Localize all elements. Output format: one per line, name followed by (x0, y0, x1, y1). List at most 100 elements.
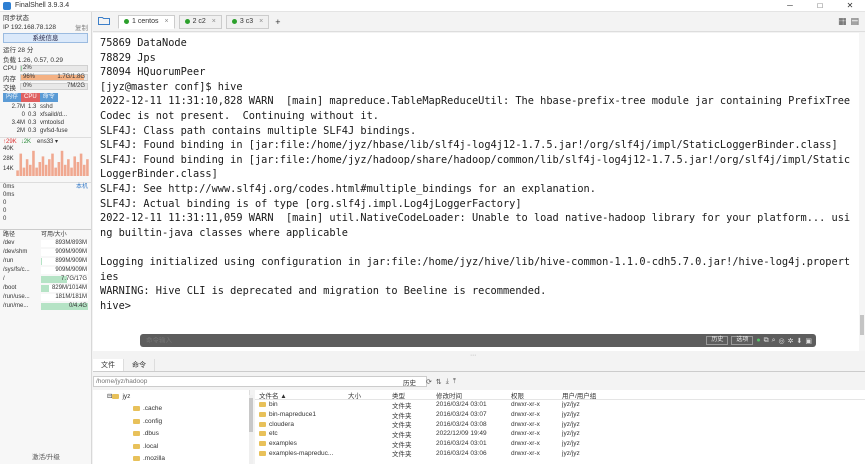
tree-item[interactable]: .config (93, 415, 249, 428)
tree-label: .local (143, 442, 159, 450)
disk-path: /dev/shm (3, 249, 28, 255)
tree-item[interactable]: .mozilla (93, 453, 249, 464)
terminal-line: SLF4J: Class path contains multiple SLF4… (100, 124, 417, 137)
options-button[interactable]: 选项 (731, 336, 754, 345)
tree-item[interactable]: .dbus (93, 428, 249, 441)
terminal-scrollbar[interactable] (859, 33, 865, 351)
disk-row[interactable]: /run 899M/909M (0, 257, 91, 266)
history-button[interactable]: 历史 (706, 336, 729, 345)
tab-cpu[interactable]: CPU (21, 93, 40, 102)
disk-path-header: 路径 (3, 232, 16, 238)
close-button[interactable]: ✕ (835, 0, 865, 12)
upload-icon[interactable]: ⤒ (453, 378, 456, 386)
tree-scrollbar[interactable] (249, 395, 253, 464)
tab-command[interactable]: 命令 (39, 93, 58, 102)
tree-item-root[interactable]: ⊟ jyz (93, 390, 249, 403)
path-history-button[interactable]: 历史 (403, 377, 416, 387)
tree-item[interactable]: .cache (93, 403, 249, 416)
process-row[interactable]: 2M 0.3 gvfsd-fuse (0, 127, 91, 135)
folder-icon (259, 441, 266, 447)
file-row[interactable]: examples 文件夹 2016/03/24 03:01 drwxr-xr-x jyz… (255, 439, 865, 449)
tree-scroll-thumb[interactable] (249, 398, 253, 432)
net-tick: 28K (3, 156, 14, 162)
grid-layout-icon[interactable]: ▦ (838, 16, 847, 27)
col-size[interactable]: 大小 (348, 390, 392, 400)
process-cpu: 0.3 (28, 112, 37, 118)
disk-row[interactable]: /sys/fs/c... 909M/909M (0, 266, 91, 275)
disk-row[interactable]: /boot 829M/1014M (0, 284, 91, 293)
terminal-line: SLF4J: Found binding in [jar:file:/home/… (100, 139, 838, 152)
tab-files[interactable]: 文件 (93, 359, 124, 371)
system-info-button[interactable]: 系统信息 (3, 33, 88, 43)
disk-usage-bar: 7.7G/17G (41, 276, 88, 283)
network-header: ↑29K ↓2K ens33 ▾ (0, 137, 91, 146)
command-input[interactable] (146, 337, 704, 344)
folder-icon (259, 421, 266, 427)
file-name: bin-mapreduce1 (269, 411, 316, 419)
disk-row[interactable]: /run/use... 181M/181M (0, 293, 91, 302)
panel-resize-handle[interactable]: ⋯ (470, 352, 476, 359)
col-type[interactable]: 类型 (392, 390, 436, 400)
refresh-icon[interactable]: ⟳ (426, 378, 432, 386)
terminal-scroll-thumb[interactable] (860, 315, 864, 335)
disk-row[interactable]: /dev 893M/893M (0, 239, 91, 248)
download-icon[interactable]: ⬇ (797, 337, 803, 345)
disk-row[interactable]: / 7.7G/17G (0, 275, 91, 284)
sync-icon[interactable]: ⇅ (436, 378, 442, 386)
path-input[interactable] (93, 376, 427, 387)
fullscreen-icon[interactable]: ▣ (805, 337, 812, 345)
col-owner[interactable]: 用户/用户组 (562, 390, 622, 400)
terminal-output[interactable]: 75869 DataNode 78829 Jps 78094 HQuorumPeer… (93, 33, 859, 351)
file-row[interactable]: bin-mapreduce1 文件夹 2016/03/24 03:07 drwxr-x… (255, 410, 865, 420)
disk-usage-bar: 909M/909M (41, 267, 88, 274)
process-row[interactable]: 3.4M 0.3 vmtoolsd (0, 119, 91, 127)
connected-icon (231, 19, 237, 24)
disk-usage-bar: 0/4.4G (41, 303, 88, 310)
copy-ip-button[interactable]: 复制 (75, 22, 88, 32)
tab-session-1[interactable]: 1 centos × (118, 14, 175, 29)
process-name: xfsaild/d... (40, 112, 68, 118)
download-icon[interactable]: ⤓ (446, 378, 449, 386)
net-interface-select[interactable]: ens33 ▾ (37, 138, 58, 146)
copy-icon[interactable]: ⧉ (764, 337, 769, 345)
col-name[interactable]: 文件名 ▲ (255, 390, 348, 400)
tab-mem[interactable]: 内存 (3, 93, 22, 102)
tab-commands[interactable]: 命令 (124, 359, 155, 371)
process-row[interactable]: 2.7M 1.3 sshd (0, 103, 91, 111)
list-layout-icon[interactable]: ▤ (850, 16, 859, 27)
clear-icon[interactable]: ◎ (779, 337, 785, 345)
maximize-button[interactable]: □ (805, 0, 835, 12)
process-row[interactable]: 0 0.3 xfsaild/d... (0, 111, 91, 119)
minimize-button[interactable]: ─ (775, 0, 805, 12)
gear-icon[interactable]: ✲ (788, 337, 794, 345)
tree-item[interactable]: .local (93, 440, 249, 453)
file-row[interactable]: examples-mapreduc... 文件夹 2016/03/24 03:06 d… (255, 448, 865, 458)
file-owner: jyz/jyz (562, 430, 580, 438)
disk-row[interactable]: /run/me... 0/4.4G (0, 302, 91, 311)
tab-label: 2 c2 (192, 18, 206, 25)
file-row[interactable]: cloudera 文件夹 2016/03/24 03:08 drwxr-xr-x jyz… (255, 419, 865, 429)
disk-usage-fill (41, 285, 50, 292)
tab-session-2[interactable]: 2 c2 × (178, 14, 222, 29)
col-permissions[interactable]: 权限 (511, 390, 562, 400)
net-bar (63, 164, 67, 176)
col-mtime[interactable]: 修改时间 (436, 390, 511, 400)
file-mtime: 2016/03/24 03:07 (436, 411, 487, 419)
disk-usage-bar: 893M/893M (41, 240, 88, 247)
disk-usage-text: 899M/909M (55, 258, 87, 264)
close-tab-icon[interactable]: × (212, 18, 216, 25)
folder-icon[interactable] (98, 16, 114, 28)
file-row[interactable]: bin 文件夹 2016/03/24 03:01 drwxr-xr-x jyz/jyz (255, 400, 865, 410)
file-name: examples-mapreduc... (269, 449, 334, 457)
upgrade-link[interactable]: 激活/升级 (0, 451, 91, 461)
add-tab-button[interactable]: + (275, 17, 280, 27)
close-tab-icon[interactable]: × (259, 18, 263, 25)
run-icon[interactable]: ● (756, 337, 760, 344)
disk-row[interactable]: /dev/shm 909M/909M (0, 248, 91, 257)
close-tab-icon[interactable]: × (164, 18, 168, 25)
process-tabs: 内存 CPU 命令 (3, 93, 88, 102)
ping-host[interactable]: 本机 (76, 183, 88, 191)
file-row[interactable]: etc 文件夹 2022/12/09 19:49 drwxr-xr-x jyz/jyz (255, 429, 865, 439)
tab-session-3[interactable]: 3 c3 × (225, 14, 270, 29)
search-icon[interactable]: ⌕ (772, 337, 776, 345)
